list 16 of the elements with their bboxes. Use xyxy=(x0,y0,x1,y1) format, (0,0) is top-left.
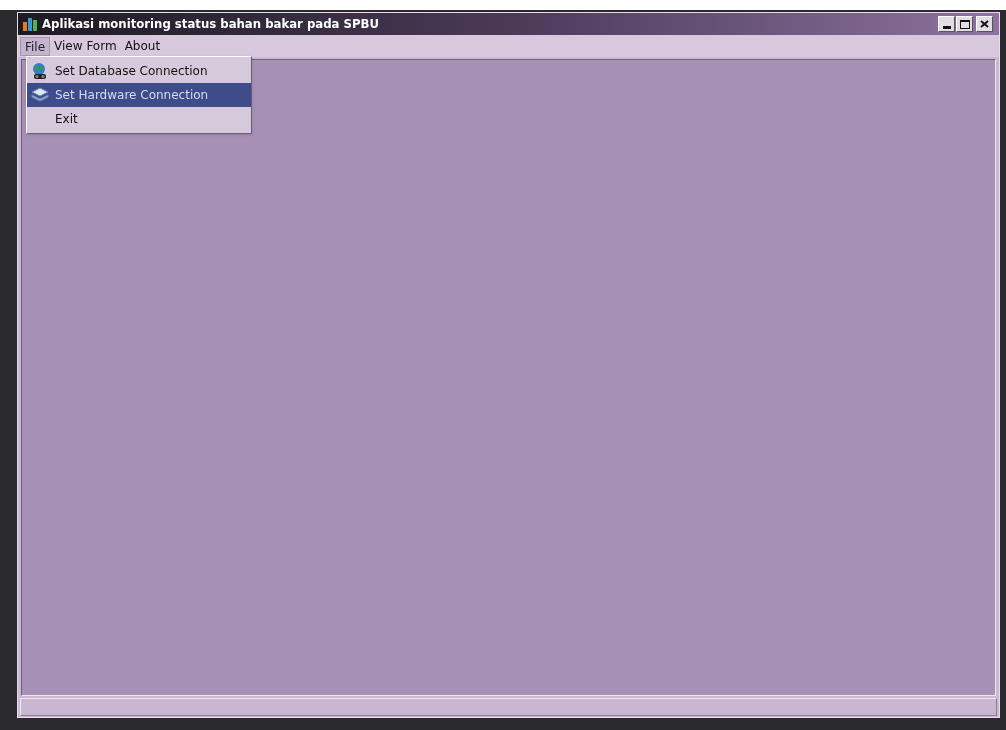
maximize-button[interactable] xyxy=(956,16,973,32)
menu-item[interactable]: View Form xyxy=(50,36,121,56)
dropdown-item[interactable]: Set Hardware Connection xyxy=(27,83,251,107)
menu-item[interactable]: File xyxy=(20,36,51,56)
minimize-icon xyxy=(942,26,951,29)
menu-item[interactable]: About xyxy=(120,36,165,56)
dropdown-item[interactable]: Exit xyxy=(27,107,251,131)
dropdown-item[interactable]: Set Database Connection xyxy=(27,59,251,83)
window-title: Aplikasi monitoring status bahan bakar pada SPBU xyxy=(42,15,379,34)
close-icon xyxy=(980,20,989,28)
minimize-button[interactable] xyxy=(938,16,955,32)
stack-icon xyxy=(31,87,49,103)
globe-network-icon xyxy=(31,62,49,80)
maximize-icon xyxy=(959,19,970,29)
app-logo-icon xyxy=(22,16,38,32)
close-button[interactable] xyxy=(976,16,993,32)
